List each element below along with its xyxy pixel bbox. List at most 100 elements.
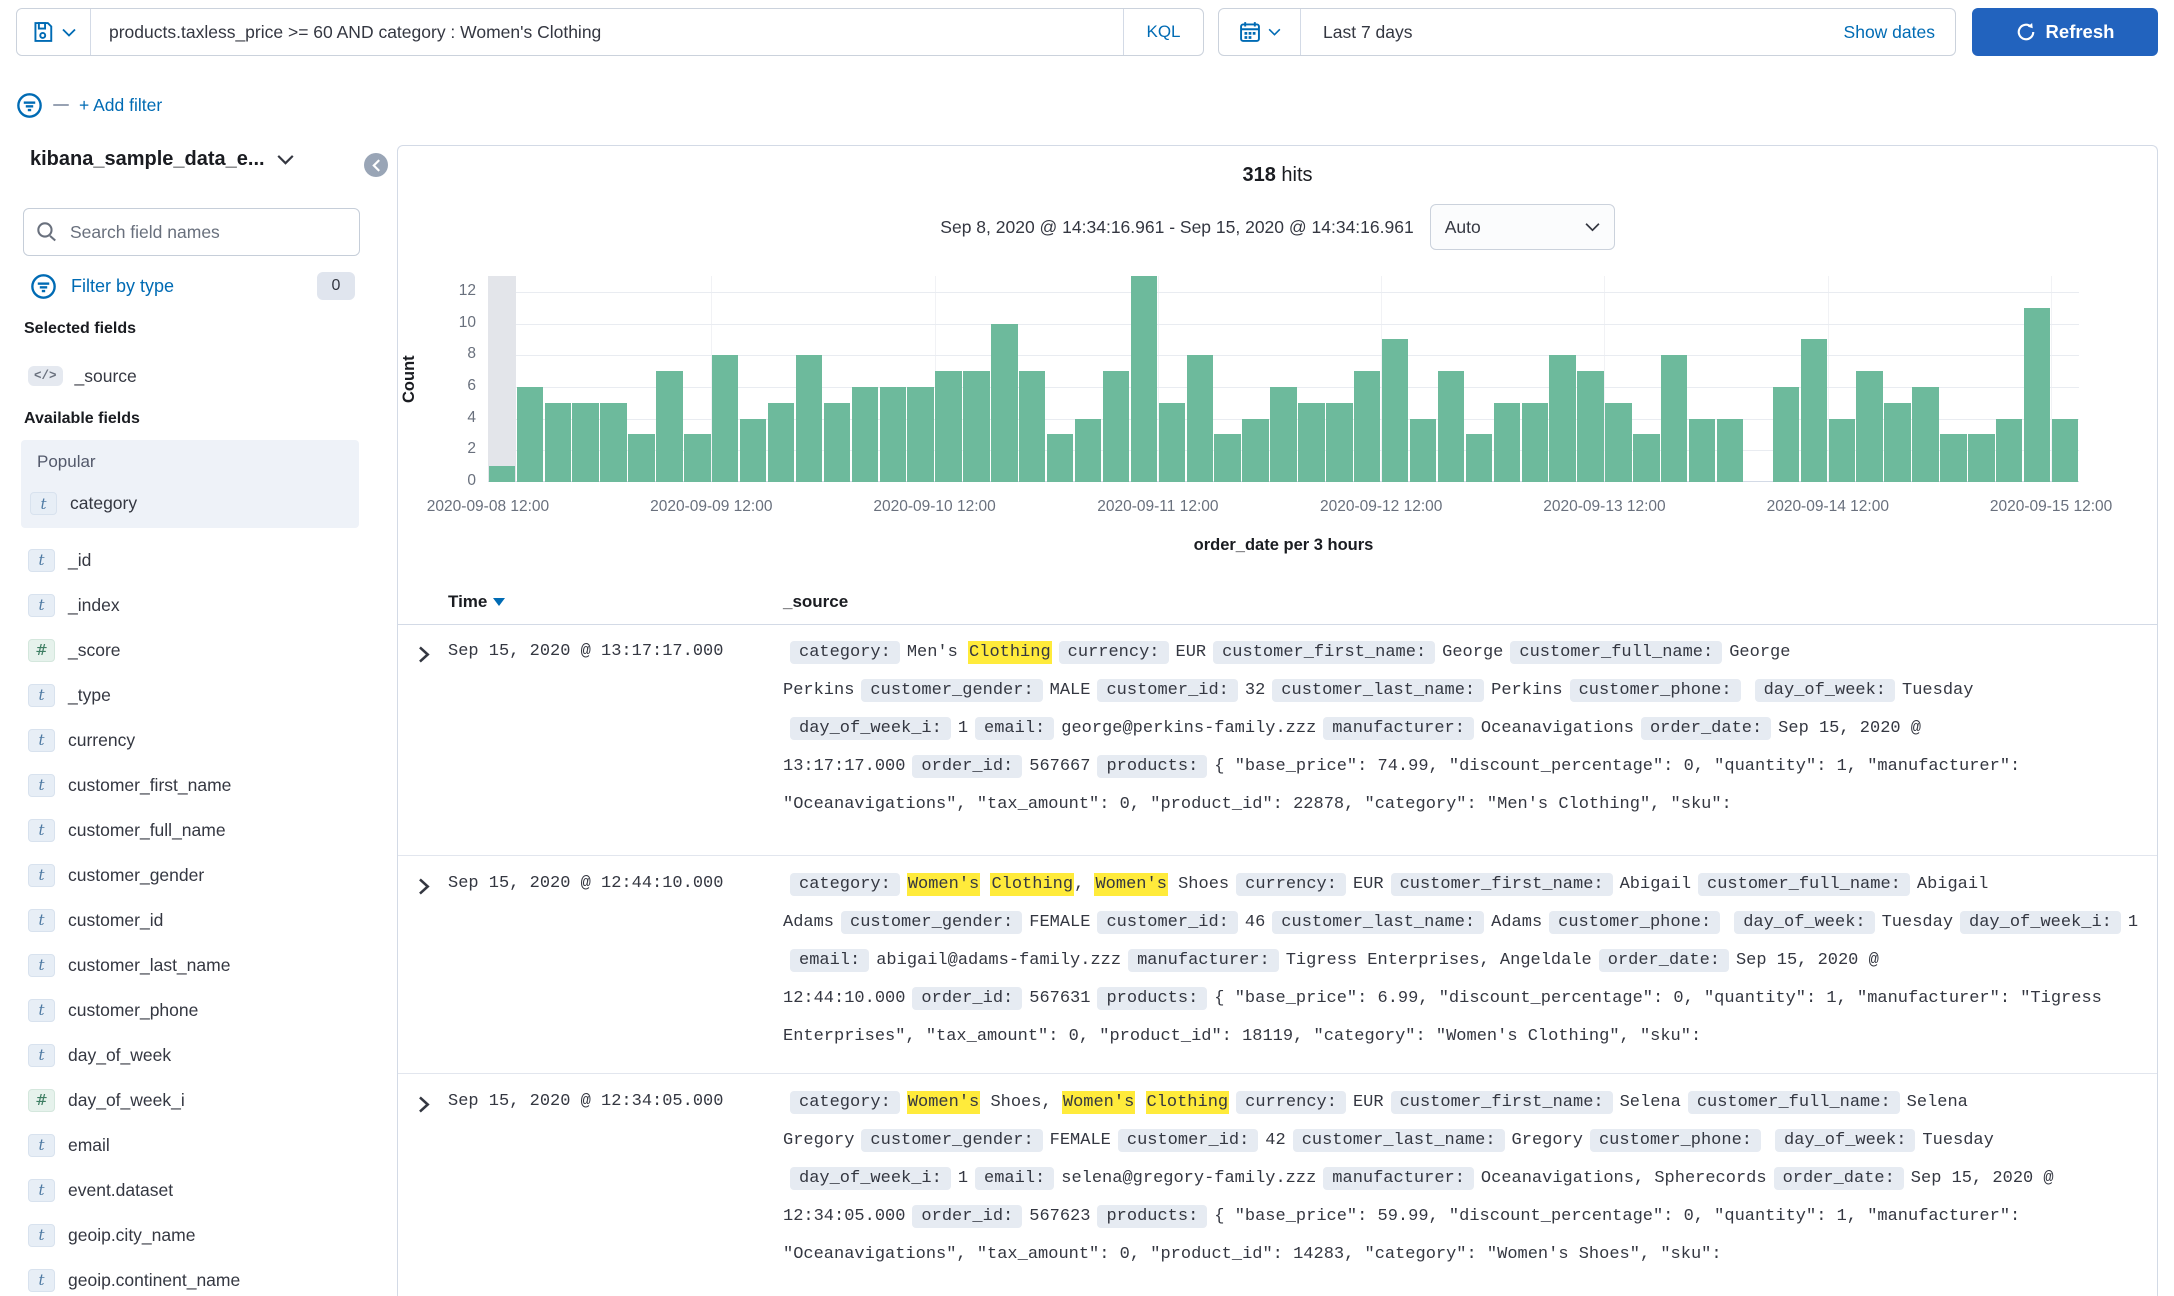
histogram-bar[interactable] (795, 355, 823, 482)
histogram-bar[interactable] (879, 386, 906, 482)
field-item-geoip.continent_name[interactable]: t geoip.continent_name (28, 1265, 240, 1295)
field-item-customer_gender[interactable]: t customer_gender (28, 860, 204, 890)
histogram-bar[interactable] (1549, 355, 1576, 482)
histogram-bar[interactable] (1465, 434, 1493, 482)
field-item-day_of_week[interactable]: t day_of_week (28, 1040, 171, 1070)
show-dates-link[interactable]: Show dates (1844, 22, 1955, 43)
histogram-bar[interactable] (1019, 371, 1046, 482)
field-name-badge: products: (1097, 755, 1208, 778)
filter-by-type[interactable]: Filter by type 0 (30, 271, 355, 301)
field-item-geoip.city_name[interactable]: t geoip.city_name (28, 1220, 195, 1250)
histogram-bar[interactable] (1074, 418, 1102, 482)
field-item-customer_first_name[interactable]: t customer_first_name (28, 770, 231, 800)
histogram-bar[interactable] (851, 386, 879, 482)
column-header-time[interactable]: Time (448, 592, 506, 612)
histogram-bar[interactable] (1493, 402, 1520, 482)
histogram-bar[interactable] (1409, 418, 1437, 482)
histogram-bar[interactable] (935, 371, 962, 482)
histogram-bar[interactable] (1242, 418, 1269, 482)
histogram-bar[interactable] (2051, 418, 2079, 482)
expand-row-icon[interactable] (411, 874, 435, 898)
histogram-bar[interactable] (1856, 371, 1883, 482)
histogram-bar[interactable] (907, 386, 934, 482)
histogram-bar[interactable] (1828, 418, 1855, 482)
save-query-button[interactable] (17, 9, 91, 55)
filter-options-icon[interactable] (16, 92, 43, 119)
expand-row-icon[interactable] (411, 642, 435, 666)
histogram-bar[interactable] (1270, 386, 1297, 482)
histogram-bar[interactable] (1298, 402, 1325, 482)
histogram-bar[interactable] (1158, 402, 1186, 482)
histogram-bar[interactable] (1633, 434, 1660, 482)
histogram-bar[interactable] (1716, 418, 1744, 482)
histogram-bar[interactable] (1996, 418, 2023, 482)
histogram-bar[interactable] (1577, 371, 1604, 482)
field-item-customer_id[interactable]: t customer_id (28, 905, 163, 935)
expand-row-icon[interactable] (411, 1092, 435, 1116)
histogram-bar[interactable] (1605, 402, 1632, 482)
histogram-bar[interactable] (963, 371, 990, 482)
field-item-category[interactable]: t category (30, 492, 137, 515)
field-item-email[interactable]: t email (28, 1130, 110, 1160)
histogram-bar[interactable] (1046, 434, 1074, 482)
histogram-bar[interactable] (991, 323, 1018, 482)
histogram-bar[interactable] (2023, 307, 2051, 482)
field-item-_id[interactable]: t _id (28, 545, 91, 575)
histogram-bar[interactable] (1354, 371, 1381, 482)
highlighted-term: Women's (906, 873, 981, 896)
histogram-bar[interactable] (1381, 339, 1409, 482)
histogram-bar[interactable] (1186, 355, 1213, 482)
table-row: Sep 15, 2020 @ 12:44:10.000 category: Wome… (398, 856, 2157, 1074)
histogram-bar[interactable] (1968, 434, 1995, 482)
histogram-bar[interactable] (1214, 434, 1241, 482)
histogram-plot[interactable] (488, 276, 2079, 482)
time-range-label[interactable]: Last 7 days (1301, 22, 1413, 43)
field-item-customer_last_name[interactable]: t customer_last_name (28, 950, 230, 980)
histogram-bar[interactable] (712, 355, 739, 482)
field-item-event.dataset[interactable]: t event.dataset (28, 1175, 173, 1205)
refresh-label: Refresh (2045, 21, 2115, 42)
refresh-button[interactable]: Refresh (1972, 8, 2158, 56)
field-value: 567623 (1029, 1207, 1091, 1226)
histogram-bar[interactable] (1521, 402, 1548, 482)
histogram-bar[interactable] (656, 371, 683, 482)
histogram-bar[interactable] (739, 418, 767, 482)
histogram-bar[interactable] (628, 434, 655, 482)
field-item-day_of_week_i[interactable]: # day_of_week_i (28, 1085, 185, 1115)
histogram-bar[interactable] (1130, 276, 1158, 482)
histogram-bar[interactable] (1661, 355, 1688, 482)
query-language-button[interactable]: KQL (1123, 9, 1203, 55)
histogram-bar[interactable] (684, 434, 711, 482)
histogram-bar[interactable] (1912, 386, 1939, 482)
histogram-bar[interactable] (1884, 402, 1911, 482)
add-filter-button[interactable]: + Add filter (79, 95, 162, 116)
field-item-_index[interactable]: t _index (28, 590, 120, 620)
field-item-_source[interactable]: </> _source (28, 362, 137, 390)
index-pattern-switcher[interactable]: kibana_sample_data_e... (30, 148, 360, 171)
histogram-bar[interactable] (767, 402, 795, 482)
field-item-_score[interactable]: # _score (28, 635, 121, 665)
interval-select[interactable]: Auto (1429, 204, 1615, 250)
field-item-customer_phone[interactable]: t customer_phone (28, 995, 198, 1025)
histogram-bar[interactable] (823, 402, 851, 482)
histogram-bar[interactable] (1772, 386, 1800, 482)
field-search-input[interactable] (68, 220, 347, 244)
histogram-bar[interactable] (572, 402, 599, 482)
field-item-currency[interactable]: t currency (28, 725, 135, 755)
histogram-bar[interactable] (488, 466, 516, 482)
search-query-input[interactable] (91, 9, 1123, 55)
field-item-customer_full_name[interactable]: t customer_full_name (28, 815, 226, 845)
chevron-down-icon (1268, 28, 1281, 36)
field-item-_type[interactable]: t _type (28, 680, 111, 710)
histogram-bar[interactable] (1326, 402, 1353, 482)
histogram-bar[interactable] (544, 402, 571, 482)
collapse-sidebar-button[interactable] (364, 153, 388, 177)
histogram-bar[interactable] (600, 402, 627, 482)
histogram-bar[interactable] (516, 386, 544, 482)
histogram-bar[interactable] (1688, 418, 1716, 482)
histogram-bar[interactable] (1800, 339, 1828, 482)
quick-select-button[interactable] (1219, 9, 1301, 55)
histogram-bar[interactable] (1437, 371, 1465, 482)
histogram-bar[interactable] (1102, 371, 1130, 482)
histogram-bar[interactable] (1940, 434, 1967, 482)
